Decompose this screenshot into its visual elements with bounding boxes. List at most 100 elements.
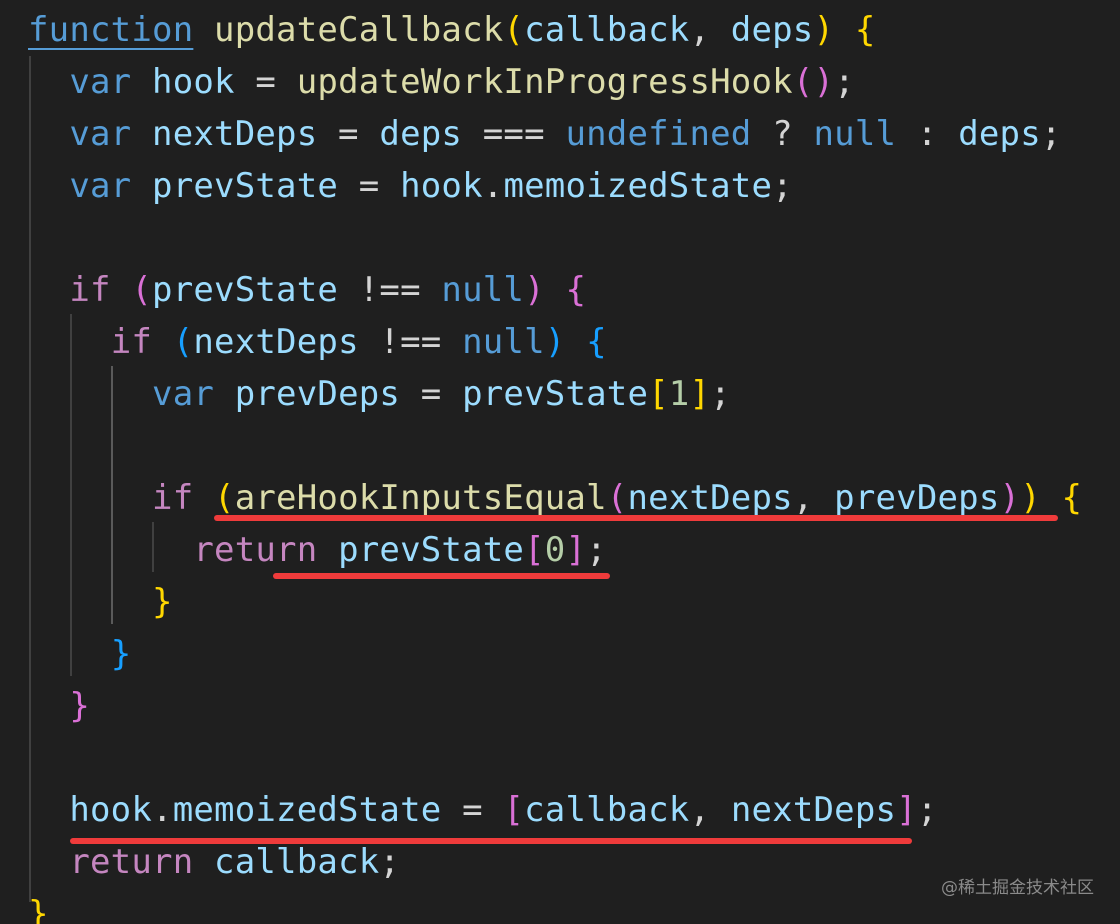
code-token: {	[586, 322, 607, 362]
code-token: )	[813, 62, 835, 102]
code-token: (	[131, 270, 153, 310]
code-line: var prevState = hook.memoizedState;	[28, 160, 793, 212]
code-line: }	[28, 576, 173, 628]
code-token: }	[28, 894, 49, 924]
code-token: ;	[379, 842, 401, 882]
code-token: !==	[358, 322, 463, 362]
code-token: (	[214, 478, 235, 518]
code-token: (	[503, 10, 525, 50]
code-token: ?	[751, 114, 814, 154]
code-token: prevDeps	[234, 374, 401, 414]
code-token: memoizedState	[172, 790, 442, 830]
code-line: if (nextDeps !== null) {	[28, 316, 607, 368]
code-token: )	[999, 478, 1021, 518]
code-token: prevState	[338, 530, 525, 570]
highlight-underline	[273, 573, 610, 579]
code-token: null	[813, 114, 897, 154]
code-token: {	[1061, 478, 1083, 518]
code-token: ;	[916, 790, 938, 830]
code-line: function updateCallback(callback, deps) …	[28, 4, 876, 56]
code-token: :	[896, 114, 959, 154]
code-token: nextDeps	[627, 478, 793, 518]
code-editor: function updateCallback(callback, deps) …	[0, 0, 1120, 924]
code-token: updateWorkInProgressHook	[296, 62, 793, 102]
code-token: }	[69, 686, 91, 726]
code-token: if	[69, 270, 111, 310]
code-token: ]	[689, 374, 711, 414]
code-token: [	[524, 530, 545, 570]
code-token: ]	[896, 790, 917, 830]
highlight-underline	[70, 838, 912, 844]
code-token: .	[482, 166, 504, 206]
code-token: deps	[958, 114, 1041, 154]
code-token: deps	[730, 10, 814, 50]
code-token: deps	[379, 114, 463, 154]
code-token: {	[854, 10, 876, 50]
code-token: )	[813, 10, 835, 50]
code-token: )	[544, 322, 566, 362]
code-line: }	[28, 628, 131, 680]
code-token: )	[524, 270, 545, 310]
code-token: ]	[565, 530, 587, 570]
code-token: =	[338, 166, 401, 206]
code-line: }	[28, 680, 90, 732]
code-token: return	[69, 842, 194, 882]
code-token: [	[503, 790, 525, 830]
code-token: var	[69, 114, 132, 154]
code-token: memoizedState	[503, 166, 773, 206]
code-token: ,	[792, 478, 835, 518]
code-token: prevState	[462, 374, 649, 414]
code-token: ,	[689, 10, 731, 50]
code-line: var nextDeps = deps === undefined ? null…	[28, 108, 1062, 160]
code-token: hook	[400, 166, 483, 206]
code-token: function	[28, 10, 194, 50]
code-token: ;	[772, 166, 793, 206]
code-token: !==	[338, 270, 442, 310]
code-token: ;	[1040, 114, 1062, 154]
code-token: null	[441, 270, 525, 310]
code-token: callback	[524, 790, 690, 830]
code-token: callback	[214, 842, 380, 882]
code-token: (	[606, 478, 628, 518]
code-line: hook.memoizedState = [callback, nextDeps…	[28, 784, 938, 836]
code-token: =	[317, 114, 380, 154]
code-token: prevState	[152, 270, 339, 310]
code-token: ;	[710, 374, 731, 414]
code-token: [	[648, 374, 669, 414]
code-token: =	[400, 374, 463, 414]
code-line: var prevDeps = prevState[1];	[28, 368, 731, 420]
code-token: nextDeps	[730, 790, 897, 830]
code-token: hook	[69, 790, 153, 830]
code-token: ;	[586, 530, 607, 570]
code-token: 0	[544, 530, 566, 570]
code-token: null	[462, 322, 545, 362]
code-token: ===	[462, 114, 566, 154]
code-token: var	[69, 62, 132, 102]
code-token: var	[152, 374, 215, 414]
code-token: ,	[689, 790, 731, 830]
code-token: nextDeps	[193, 322, 359, 362]
code-token: undefined	[565, 114, 752, 154]
watermark: @稀土掘金技术社区	[941, 878, 1094, 898]
code-token: var	[69, 166, 132, 206]
